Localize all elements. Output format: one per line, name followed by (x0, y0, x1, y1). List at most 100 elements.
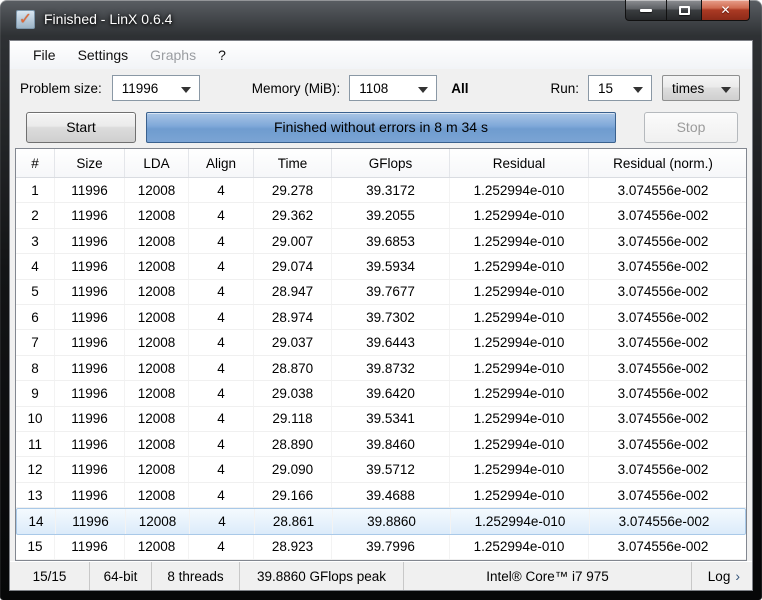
stop-button[interactable]: Stop (644, 112, 738, 143)
column-header-size[interactable]: Size (55, 149, 125, 177)
table-cell: 3.074556e-002 (590, 509, 738, 533)
table-cell: 11996 (55, 356, 125, 380)
table-row[interactable]: 41199612008429.07439.59341.252994e-0103.… (16, 254, 746, 279)
table-row[interactable]: 121199612008429.09039.57121.252994e-0103… (16, 457, 746, 482)
times-combobox[interactable]: times (662, 75, 740, 101)
table-cell: 1.252994e-010 (450, 203, 589, 227)
menu-graphs[interactable]: Graphs (139, 43, 207, 67)
maximize-button[interactable] (667, 0, 701, 21)
table-cell: 12008 (125, 356, 189, 380)
table-cell: 29.118 (254, 407, 332, 431)
table-cell: 3.074556e-002 (589, 483, 737, 507)
table-row[interactable]: 81199612008428.87039.87321.252994e-0103.… (16, 356, 746, 381)
table-cell: 3.074556e-002 (589, 356, 737, 380)
table-cell: 11996 (55, 229, 125, 253)
table-row[interactable]: 101199612008429.11839.53411.252994e-0103… (16, 407, 746, 432)
column-header-gflops[interactable]: GFlops (332, 149, 450, 177)
table-row[interactable]: 61199612008428.97439.73021.252994e-0103.… (16, 305, 746, 330)
table-cell: 4 (189, 280, 254, 304)
menu-file[interactable]: File (22, 43, 67, 67)
table-cell: 3.074556e-002 (589, 330, 737, 354)
table-cell: 4 (189, 356, 254, 380)
table-cell: 13 (16, 483, 55, 507)
table-cell: 4 (189, 432, 254, 456)
table-row[interactable]: 21199612008429.36239.20551.252994e-0103.… (16, 203, 746, 228)
app-window: ✓ Finished - LinX 0.6.4 ✕ File Settings … (0, 0, 762, 600)
table-row[interactable]: 131199612008429.16639.46881.252994e-0103… (16, 483, 746, 508)
table-row[interactable]: 151199612008428.92339.79961.252994e-0103… (16, 535, 746, 560)
table-cell: 11996 (55, 254, 125, 278)
table-cell: 4 (189, 535, 254, 559)
chevron-right-icon: › (735, 568, 740, 584)
table-cell: 11996 (55, 457, 125, 481)
table-cell: 4 (190, 509, 255, 533)
column-header-lda[interactable]: LDA (125, 149, 189, 177)
column-header-residual[interactable]: Residual (450, 149, 589, 177)
run-combobox[interactable]: 15 (588, 75, 652, 101)
problem-size-combobox[interactable]: 11996 (112, 75, 200, 101)
table-row[interactable]: 111199612008428.89039.84601.252994e-0103… (16, 432, 746, 457)
table-cell: 1.252994e-010 (450, 407, 589, 431)
controls-row: Problem size: 11996 Memory (MiB): 1108 A… (10, 69, 752, 107)
table-row[interactable]: 31199612008429.00739.68531.252994e-0103.… (16, 229, 746, 254)
table-cell: 11 (16, 432, 55, 456)
table-row[interactable]: 71199612008429.03739.64431.252994e-0103.… (16, 330, 746, 355)
table-cell: 39.5341 (332, 407, 450, 431)
client-area: File Settings Graphs ? Problem size: 119… (9, 40, 753, 591)
start-button[interactable]: Start (26, 112, 136, 143)
minimize-button[interactable] (625, 0, 667, 21)
table-cell: 4 (189, 483, 254, 507)
table-cell: 4 (189, 330, 254, 354)
column-header-index[interactable]: # (16, 149, 55, 177)
column-header-time[interactable]: Time (254, 149, 332, 177)
progress-bar: Finished without errors in 8 m 34 s (146, 112, 616, 143)
table-cell: 12008 (125, 254, 189, 278)
status-threads: 8 threads (152, 562, 240, 590)
table-cell: 3.074556e-002 (589, 254, 737, 278)
table-cell: 11996 (55, 483, 125, 507)
table-cell: 29.007 (254, 229, 332, 253)
table-cell: 3.074556e-002 (589, 407, 737, 431)
table-cell: 12 (16, 457, 55, 481)
menu-help[interactable]: ? (207, 43, 237, 67)
table-row[interactable]: 51199612008428.94739.76771.252994e-0103.… (16, 280, 746, 305)
table-cell: 39.2055 (332, 203, 450, 227)
table-cell: 3.074556e-002 (589, 178, 737, 202)
menu-settings[interactable]: Settings (67, 43, 140, 67)
app-icon[interactable]: ✓ (16, 10, 35, 29)
actions-row: Start Finished without errors in 8 m 34 … (10, 107, 752, 147)
table-cell: 39.5934 (332, 254, 450, 278)
table-cell: 15 (16, 535, 55, 559)
table-row[interactable]: 11199612008429.27839.31721.252994e-0103.… (16, 178, 746, 203)
table-cell: 1.252994e-010 (450, 356, 589, 380)
table-row[interactable]: 91199612008429.03839.64201.252994e-0103.… (16, 381, 746, 406)
table-cell: 11996 (56, 509, 126, 533)
table-cell: 11996 (55, 305, 125, 329)
table-cell: 28.974 (254, 305, 332, 329)
status-cpu: Intel® Core™ i7 975 (404, 562, 692, 590)
titlebar[interactable]: ✓ Finished - LinX 0.6.4 ✕ (0, 0, 762, 40)
table-cell: 12008 (126, 509, 190, 533)
table-header: # Size LDA Align Time GFlops Residual Re… (16, 149, 746, 178)
memory-combobox[interactable]: 1108 (349, 75, 437, 101)
log-toggle[interactable]: Log › (692, 562, 752, 590)
table-cell: 12008 (125, 407, 189, 431)
table-cell: 39.7996 (332, 535, 450, 559)
table-cell: 4 (189, 203, 254, 227)
status-gflops-peak: 39.8860 GFlops peak (240, 562, 404, 590)
table-cell: 29.362 (254, 203, 332, 227)
table-row[interactable]: 141199612008428.86139.88601.252994e-0103… (16, 508, 746, 534)
table-cell: 3 (16, 229, 55, 253)
table-cell: 11996 (55, 407, 125, 431)
table-cell: 39.8860 (333, 509, 451, 533)
progress-status-text: Finished without errors in 8 m 34 s (274, 119, 488, 135)
close-button[interactable]: ✕ (701, 0, 750, 21)
table-cell: 12008 (125, 330, 189, 354)
memory-label: Memory (MiB): (252, 81, 341, 96)
column-header-align[interactable]: Align (189, 149, 254, 177)
table-cell: 11996 (55, 280, 125, 304)
all-label[interactable]: All (451, 81, 468, 96)
table-cell: 39.6420 (332, 381, 450, 405)
column-header-residual-norm[interactable]: Residual (norm.) (589, 149, 737, 177)
table-cell: 6 (16, 305, 55, 329)
